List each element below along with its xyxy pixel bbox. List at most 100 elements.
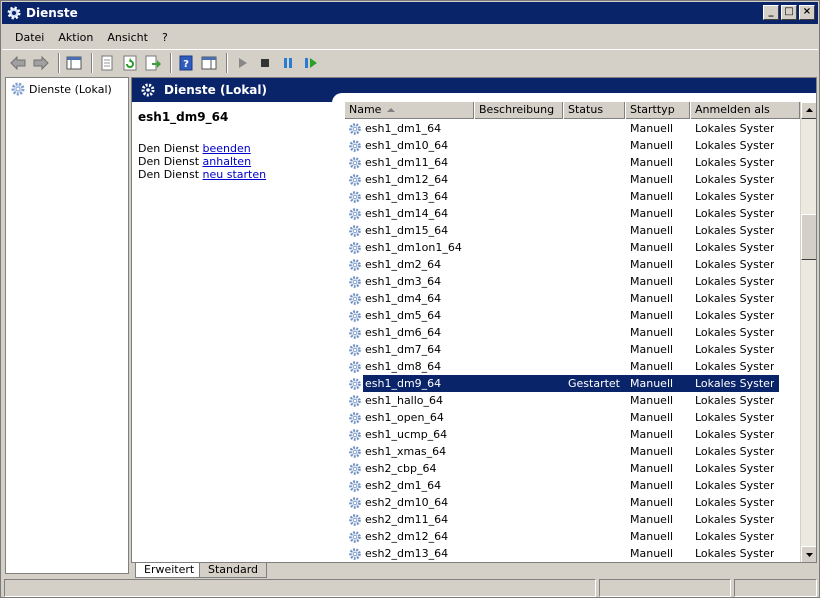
export-list-button[interactable] xyxy=(143,53,163,73)
menu-ansicht[interactable]: Ansicht xyxy=(100,31,155,44)
table-row[interactable]: esh1_dm7_64 Manuell Lokales System xyxy=(344,341,800,358)
table-row[interactable]: esh1_dm1_64 Manuell Lokales System xyxy=(344,120,800,137)
close-button[interactable]: × xyxy=(799,5,815,20)
start-service-button[interactable] xyxy=(232,53,252,73)
column-header-name[interactable]: Name xyxy=(344,102,474,119)
service-name: esh1_dm9_64 xyxy=(365,377,442,390)
back-button[interactable] xyxy=(8,53,28,73)
cell-logon: Lokales System xyxy=(695,343,774,356)
service-gear-icon xyxy=(349,547,361,560)
table-row[interactable]: esh1_dm10_64 Manuell Lokales System xyxy=(344,137,800,154)
pause-service-button[interactable] xyxy=(278,53,298,73)
restart-action-line: Den Dienst neu starten xyxy=(138,168,338,181)
console-tree: Dienste (Lokal) xyxy=(5,77,129,574)
column-label: Status xyxy=(568,103,604,116)
cell-logon: Lokales System xyxy=(695,496,774,509)
service-name: esh2_dm12_64 xyxy=(365,530,449,543)
service-name: esh1_dm1on1_64 xyxy=(365,241,462,254)
tab-standard[interactable]: Standard xyxy=(199,563,268,578)
cell-name: esh1_dm11_64 xyxy=(344,156,474,170)
table-row[interactable]: esh1_xmas_64 Manuell Lokales System xyxy=(344,443,800,460)
forward-button[interactable] xyxy=(31,53,51,73)
action-pane-button[interactable] xyxy=(199,53,219,73)
cell-name: esh1_dm2_64 xyxy=(344,258,474,272)
table-row[interactable]: esh1_dm6_64 Manuell Lokales System xyxy=(344,324,800,341)
menu-datei[interactable]: Datei xyxy=(8,31,51,44)
menu-aktion[interactable]: Aktion xyxy=(51,31,100,44)
cell-name: esh2_dm1_64 xyxy=(344,479,474,493)
title-bar[interactable]: Dienste _ □ × xyxy=(2,2,818,24)
arrow-down-icon xyxy=(806,553,813,557)
forward-arrow-icon xyxy=(33,55,49,70)
table-row[interactable]: esh1_dm9_64 Gestartet Manuell Lokales Syste… xyxy=(344,375,800,392)
cell-starttype: Manuell xyxy=(630,224,674,237)
cell-starttype: Manuell xyxy=(630,513,674,526)
table-row[interactable]: esh1_dm11_64 Manuell Lokales System xyxy=(344,154,800,171)
table-row[interactable]: esh1_hallo_64 Manuell Lokales System xyxy=(344,392,800,409)
table-row[interactable]: esh2_dm11_64 Manuell Lokales System xyxy=(344,511,800,528)
stop-service-button[interactable] xyxy=(255,53,275,73)
column-header-status[interactable]: Status xyxy=(563,102,625,119)
vertical-scrollbar[interactable] xyxy=(800,102,816,562)
minimize-button[interactable]: _ xyxy=(763,5,779,20)
cell-name: esh1_dm4_64 xyxy=(344,292,474,306)
table-row[interactable]: esh2_dm12_64 Manuell Lokales System xyxy=(344,528,800,545)
service-gear-icon xyxy=(349,173,361,186)
menu-help[interactable]: ? xyxy=(155,31,175,44)
tree-item-services-local[interactable]: Dienste (Lokal) xyxy=(6,78,128,100)
service-gear-icon xyxy=(349,462,361,475)
column-header-starttype[interactable]: Starttyp xyxy=(625,102,690,119)
column-header-description[interactable]: Beschreibung xyxy=(474,102,563,119)
play-icon xyxy=(239,57,247,68)
table-row[interactable]: esh1_dm1on1_64 Manuell Lokales System xyxy=(344,239,800,256)
service-name: esh2_dm13_64 xyxy=(365,547,449,560)
scroll-thumb[interactable] xyxy=(801,214,816,260)
restart-service-link[interactable]: neu starten xyxy=(203,168,267,181)
service-name: esh1_dm3_64 xyxy=(365,275,442,288)
table-row[interactable]: esh1_dm3_64 Manuell Lokales System xyxy=(344,273,800,290)
pause-action-line: Den Dienst anhalten xyxy=(138,155,338,168)
table-row[interactable]: esh2_dm10_64 Manuell Lokales System xyxy=(344,494,800,511)
service-gear-icon xyxy=(349,513,361,526)
table-row[interactable]: esh2_dm13_64 Manuell Lokales System xyxy=(344,545,800,562)
service-name: esh1_open_64 xyxy=(365,411,444,424)
maximize-button[interactable]: □ xyxy=(781,5,797,20)
help-button[interactable]: ? xyxy=(176,53,196,73)
column-label: Name xyxy=(349,103,382,116)
console-tree-button[interactable] xyxy=(64,53,84,73)
table-row[interactable]: esh1_dm13_64 Manuell Lokales System xyxy=(344,188,800,205)
table-row[interactable]: esh1_dm8_64 Manuell Lokales System xyxy=(344,358,800,375)
table-row[interactable]: esh1_dm12_64 Manuell Lokales System xyxy=(344,171,800,188)
table-row[interactable]: esh2_dm1_64 Manuell Lokales System xyxy=(344,477,800,494)
service-gear-icon xyxy=(349,394,361,407)
stop-service-link[interactable]: beenden xyxy=(203,142,251,155)
scroll-up-button[interactable] xyxy=(801,102,816,119)
cell-logon: Lokales System xyxy=(695,428,774,441)
toolbar-separator xyxy=(170,52,172,73)
table-row[interactable]: esh1_ucmp_64 Manuell Lokales System xyxy=(344,426,800,443)
table-row[interactable]: esh1_dm2_64 Manuell Lokales System xyxy=(344,256,800,273)
table-row[interactable]: esh2_cbp_64 Manuell Lokales System xyxy=(344,460,800,477)
properties-button[interactable] xyxy=(97,53,117,73)
pause-service-link[interactable]: anhalten xyxy=(203,155,252,168)
service-name: esh2_dm1_64 xyxy=(365,479,442,492)
list-header: Name Beschreibung Status Starttyp Anmeld… xyxy=(344,102,800,119)
tab-erweitert[interactable]: Erweitert xyxy=(135,563,204,578)
table-row[interactable]: esh1_open_64 Manuell Lokales System xyxy=(344,409,800,426)
table-row[interactable]: esh1_dm15_64 Manuell Lokales System xyxy=(344,222,800,239)
scroll-down-button[interactable] xyxy=(801,546,816,562)
table-row[interactable]: esh1_dm5_64 Manuell Lokales System xyxy=(344,307,800,324)
table-row[interactable]: esh1_dm4_64 Manuell Lokales System xyxy=(344,290,800,307)
cell-starttype: Manuell xyxy=(630,156,674,169)
restart-service-button[interactable] xyxy=(301,53,321,73)
tree-item-label: Dienste (Lokal) xyxy=(29,82,112,96)
table-row[interactable]: esh1_dm14_64 Manuell Lokales System xyxy=(344,205,800,222)
cell-logon: Lokales System xyxy=(695,309,774,322)
column-header-logon[interactable]: Anmelden als xyxy=(690,102,800,119)
cell-starttype: Manuell xyxy=(630,258,674,271)
cell-logon: Lokales System xyxy=(695,139,774,152)
cell-starttype: Manuell xyxy=(630,122,674,135)
service-gear-icon xyxy=(349,122,361,135)
refresh-button[interactable] xyxy=(120,53,140,73)
help-book-icon: ? xyxy=(179,55,193,70)
